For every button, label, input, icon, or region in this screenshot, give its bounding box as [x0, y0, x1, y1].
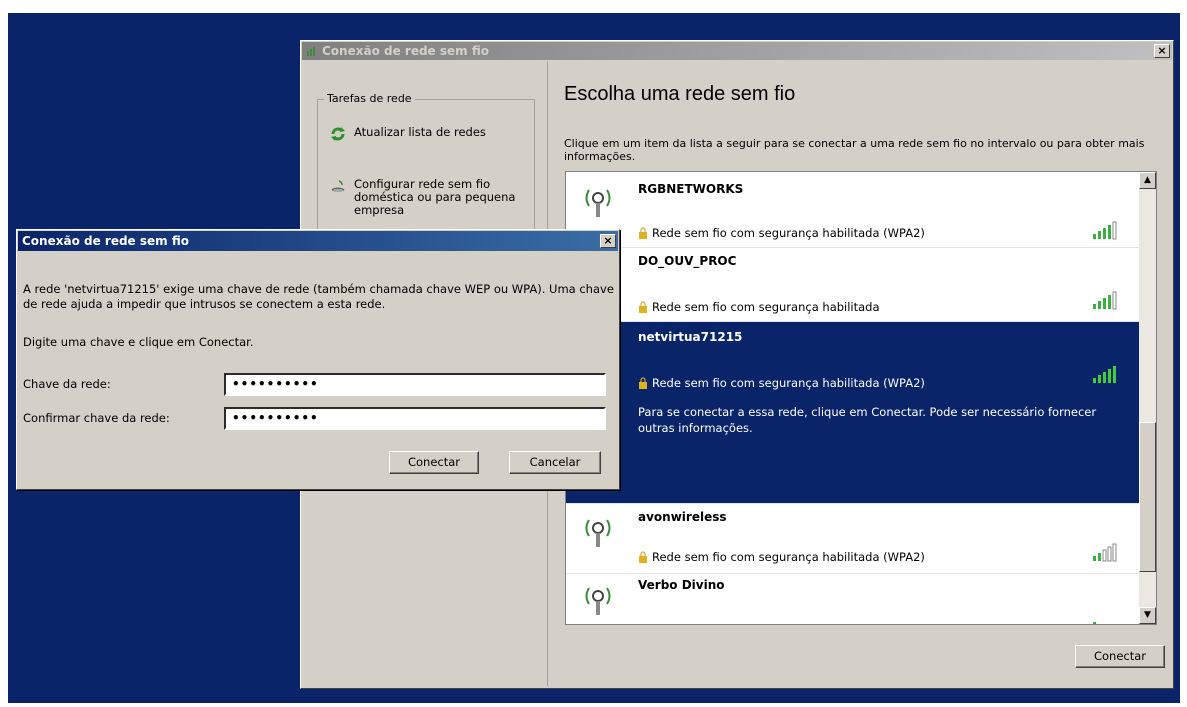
- security-label: Rede sem fio com segurança habilitada: [652, 300, 880, 314]
- network-item-rgbnetworks[interactable]: RGBNETWORKS Rede sem fio com segurança h…: [566, 172, 1141, 248]
- dialog-title: Conexão de rede sem fio: [22, 234, 189, 248]
- page-title: Escolha uma rede sem fio: [564, 83, 796, 105]
- network-item-avonwireless[interactable]: avonwireless Rede sem fio com segurança …: [566, 504, 1141, 574]
- wireless-signal-icon: [585, 587, 611, 615]
- lock-icon: [639, 227, 647, 239]
- dialog-prompt: Digite uma chave e clique em Conectar.: [23, 335, 254, 349]
- task-refresh-list[interactable]: Atualizar lista de redes: [330, 126, 486, 142]
- right-panel: Escolha uma rede sem fio Clique em um it…: [551, 61, 1171, 686]
- close-button[interactable]: ×: [1154, 44, 1170, 58]
- window-title: Conexão de rede sem fio: [322, 44, 489, 58]
- network-security: Rede sem fio com segurança habilitada (W…: [638, 550, 925, 564]
- setup-network-icon: [331, 180, 345, 192]
- lock-icon: [639, 377, 647, 389]
- network-security: Rede sem fio com segurança habilitada (W…: [638, 226, 925, 240]
- scroll-up-button[interactable]: ▲: [1139, 172, 1156, 189]
- task-setup-network[interactable]: Configurar rede sem fio doméstica ou par…: [330, 178, 520, 217]
- task-label: Configurar rede sem fio doméstica ou par…: [354, 177, 516, 217]
- connect-button[interactable]: Conectar: [1075, 645, 1165, 668]
- close-icon: ×: [1157, 44, 1167, 57]
- arrow-up-icon: ▲: [1144, 175, 1151, 185]
- network-key-input[interactable]: ••••••••••: [224, 373, 606, 396]
- key-label: Chave da rede:: [23, 377, 111, 391]
- network-security: Rede sem fio com segurança habilitada: [638, 300, 880, 314]
- security-label: Rede sem fio com segurança habilitada (W…: [652, 376, 925, 390]
- tasks-group-title: Tarefas de rede: [324, 92, 415, 105]
- dialog-connect-button[interactable]: Conectar: [389, 451, 479, 474]
- scroll-down-button[interactable]: ▼: [1139, 607, 1156, 624]
- network-connect-hint: Para se conectar a essa rede, clique em …: [638, 405, 1097, 435]
- task-label: Atualizar lista de redes: [354, 125, 486, 139]
- signal-strength-icon: [1093, 543, 1117, 562]
- network-item-verbo-divino[interactable]: Verbo Divino: [566, 574, 1141, 624]
- signal-strength-icon: [1093, 622, 1096, 624]
- signal-strength-icon: [1093, 291, 1117, 310]
- close-icon: ×: [603, 234, 613, 247]
- network-name: RGBNETWORKS: [638, 182, 744, 196]
- refresh-icon: [331, 127, 345, 141]
- lock-icon: [639, 551, 647, 563]
- dialog-cancel-button[interactable]: Cancelar: [509, 451, 601, 474]
- instructions-text: Clique em um item da lista a seguir para…: [564, 137, 1145, 163]
- wireless-icon: [307, 47, 315, 56]
- confirm-key-input[interactable]: ••••••••••: [224, 407, 606, 430]
- security-label: Rede sem fio com segurança habilitada (W…: [652, 550, 925, 564]
- network-name: netvirtua71215: [638, 330, 743, 344]
- confirm-key-label: Confirmar chave da rede:: [23, 411, 170, 425]
- network-name: avonwireless: [638, 510, 727, 524]
- lock-icon: [639, 301, 647, 313]
- network-name: DO_OUV_PROC: [638, 254, 737, 268]
- signal-strength-icon: [1093, 221, 1117, 240]
- wireless-signal-icon: [585, 189, 611, 217]
- signal-strength-icon: [1093, 366, 1116, 383]
- network-key-dialog: Conexão de rede sem fio × A rede 'netvir…: [16, 229, 620, 490]
- dialog-titlebar[interactable]: Conexão de rede sem fio ×: [18, 231, 618, 251]
- scroll-thumb[interactable]: [1139, 422, 1156, 572]
- network-item-do-ouv-proc[interactable]: DO_OUV_PROC Rede sem fio com segurança h…: [566, 248, 1141, 322]
- network-item-netvirtua71215[interactable]: netvirtua71215 Rede sem fio com seguranç…: [566, 322, 1141, 504]
- wireless-signal-icon: [585, 519, 611, 547]
- dialog-close-button[interactable]: ×: [600, 234, 616, 248]
- arrow-down-icon: ▼: [1144, 610, 1151, 620]
- network-list[interactable]: RGBNETWORKS Rede sem fio com segurança h…: [565, 171, 1157, 625]
- window-titlebar[interactable]: Conexão de rede sem fio ×: [302, 42, 1172, 60]
- network-name: Verbo Divino: [638, 578, 725, 592]
- security-label: Rede sem fio com segurança habilitada (W…: [652, 226, 925, 240]
- dialog-message: A rede 'netvirtua71215' exige uma chave …: [23, 282, 614, 311]
- list-scrollbar[interactable]: ▲ ▼: [1139, 172, 1156, 624]
- network-security: Rede sem fio com segurança habilitada (W…: [638, 376, 925, 390]
